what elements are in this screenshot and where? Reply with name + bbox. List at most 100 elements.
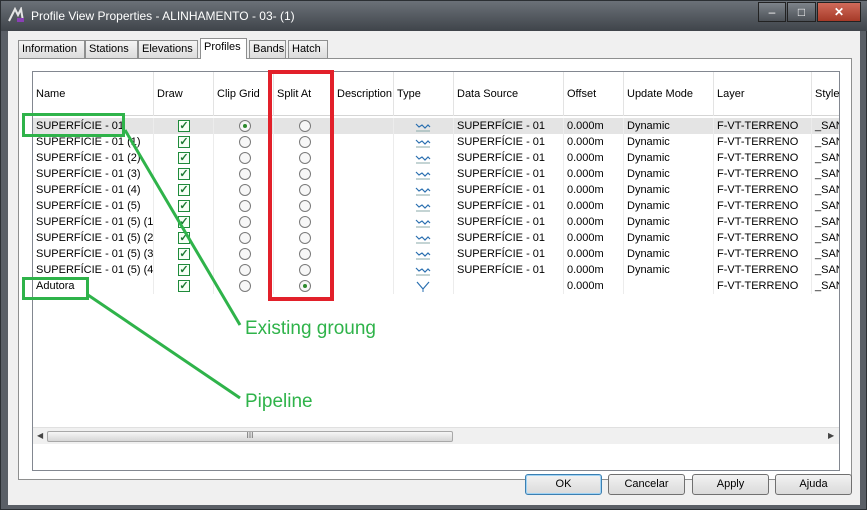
cell-description[interactable] xyxy=(334,182,394,198)
cell-update-mode[interactable]: Dynamic xyxy=(624,166,714,182)
cell-description[interactable] xyxy=(334,150,394,166)
table-row[interactable]: SUPERFÍCIE - 01 (5) (2) ✓ SUPERFÍCIE - 0… xyxy=(33,230,839,246)
column-header-description[interactable]: Description xyxy=(334,72,394,116)
cell-layer[interactable]: F-VT-TERRENO xyxy=(714,150,812,166)
cell-offset[interactable]: 0.000m xyxy=(564,198,624,214)
clip-grid-radio[interactable] xyxy=(239,136,251,148)
column-header-style[interactable]: Style xyxy=(812,72,839,116)
draw-checkbox[interactable]: ✓ xyxy=(178,248,190,260)
cell-name[interactable]: SUPERFÍCIE - 01 (5) xyxy=(33,198,154,214)
cell-update-mode[interactable] xyxy=(624,278,714,294)
cell-update-mode[interactable]: Dynamic xyxy=(624,134,714,150)
table-row[interactable]: SUPERFÍCIE - 01 (5) (4) ✓ SUPERFÍCIE - 0… xyxy=(33,262,839,278)
column-header-offset[interactable]: Offset xyxy=(564,72,624,116)
cell-update-mode[interactable]: Dynamic xyxy=(624,214,714,230)
clip-grid-radio[interactable] xyxy=(239,168,251,180)
cell-style[interactable]: _SAN xyxy=(812,230,839,246)
cell-style[interactable]: _SAN xyxy=(812,134,839,150)
cell-layer[interactable]: F-VT-TERRENO xyxy=(714,134,812,150)
tab-hatch[interactable]: Hatch xyxy=(288,40,328,58)
cell-offset[interactable]: 0.000m xyxy=(564,118,624,134)
table-row[interactable]: SUPERFÍCIE - 01 ✓ SUPERFÍCIE - 01 0.000m… xyxy=(33,118,839,134)
cell-layer[interactable]: F-VT-TERRENO xyxy=(714,246,812,262)
table-row[interactable]: SUPERFÍCIE - 01 (1) ✓ SUPERFÍCIE - 01 0.… xyxy=(33,134,839,150)
cell-description[interactable] xyxy=(334,214,394,230)
cell-description[interactable] xyxy=(334,198,394,214)
cell-style[interactable]: _SAN xyxy=(812,150,839,166)
cell-layer[interactable]: F-VT-TERRENO xyxy=(714,262,812,278)
cell-style[interactable]: _SAN xyxy=(812,262,839,278)
clip-grid-radio[interactable] xyxy=(239,264,251,276)
title-bar[interactable]: Profile View Properties - ALINHAMENTO - … xyxy=(1,1,867,31)
cell-description[interactable] xyxy=(334,134,394,150)
clip-grid-radio[interactable] xyxy=(239,152,251,164)
cell-name[interactable]: SUPERFÍCIE - 01 (5) (1) xyxy=(33,214,154,230)
cell-offset[interactable]: 0.000m xyxy=(564,214,624,230)
cell-description[interactable] xyxy=(334,166,394,182)
tab-bands[interactable]: Bands xyxy=(249,40,286,58)
draw-checkbox[interactable]: ✓ xyxy=(178,216,190,228)
draw-checkbox[interactable]: ✓ xyxy=(178,280,190,292)
table-row[interactable]: SUPERFÍCIE - 01 (3) ✓ SUPERFÍCIE - 01 0.… xyxy=(33,166,839,182)
cell-style[interactable]: _SAN xyxy=(812,198,839,214)
cell-layer[interactable]: F-VT-TERRENO xyxy=(714,278,812,294)
clip-grid-radio[interactable] xyxy=(239,120,251,132)
cell-update-mode[interactable]: Dynamic xyxy=(624,150,714,166)
cell-style[interactable]: _SAN xyxy=(812,118,839,134)
table-row[interactable]: SUPERFÍCIE - 01 (5) (1) ✓ SUPERFÍCIE - 0… xyxy=(33,214,839,230)
minimize-button[interactable]: – xyxy=(758,2,786,22)
apply-button[interactable]: Apply xyxy=(692,474,769,495)
cell-update-mode[interactable]: Dynamic xyxy=(624,182,714,198)
tab-information[interactable]: Information xyxy=(18,40,85,58)
tab-elevations[interactable]: Elevations xyxy=(138,40,198,58)
cell-description[interactable] xyxy=(334,278,394,294)
cell-style[interactable]: _SAN xyxy=(812,278,839,294)
cell-offset[interactable]: 0.000m xyxy=(564,230,624,246)
column-header-layer[interactable]: Layer xyxy=(714,72,812,116)
cell-layer[interactable]: F-VT-TERRENO xyxy=(714,198,812,214)
cell-update-mode[interactable]: Dynamic xyxy=(624,230,714,246)
column-header-name[interactable]: Name xyxy=(33,72,154,116)
scrollbar-thumb[interactable]: III xyxy=(47,431,453,442)
cell-name[interactable]: SUPERFÍCIE - 01 (3) xyxy=(33,166,154,182)
cell-name[interactable]: SUPERFÍCIE - 01 (5) (3) xyxy=(33,246,154,262)
draw-checkbox[interactable]: ✓ xyxy=(178,184,190,196)
column-header-type[interactable]: Type xyxy=(394,72,454,116)
draw-checkbox[interactable]: ✓ xyxy=(178,152,190,164)
cell-layer[interactable]: F-VT-TERRENO xyxy=(714,118,812,134)
column-header-clip-grid[interactable]: Clip Grid xyxy=(214,72,274,116)
cell-name[interactable]: SUPERFÍCIE - 01 (4) xyxy=(33,182,154,198)
cell-offset[interactable]: 0.000m xyxy=(564,134,624,150)
cell-description[interactable] xyxy=(334,118,394,134)
cell-update-mode[interactable]: Dynamic xyxy=(624,198,714,214)
cell-style[interactable]: _SAN xyxy=(812,182,839,198)
cell-offset[interactable]: 0.000m xyxy=(564,278,624,294)
cell-update-mode[interactable]: Dynamic xyxy=(624,262,714,278)
horizontal-scrollbar[interactable]: ◀ III ▶ xyxy=(33,427,839,444)
table-row[interactable]: SUPERFÍCIE - 01 (5) (3) ✓ SUPERFÍCIE - 0… xyxy=(33,246,839,262)
table-row[interactable]: Adutora ✓ 0.000m F-VT-TERRENO _SAN xyxy=(33,278,839,294)
clip-grid-radio[interactable] xyxy=(239,200,251,212)
cell-layer[interactable]: F-VT-TERRENO xyxy=(714,214,812,230)
column-header-update-mode[interactable]: Update Mode xyxy=(624,72,714,116)
draw-checkbox[interactable]: ✓ xyxy=(178,200,190,212)
cell-layer[interactable]: F-VT-TERRENO xyxy=(714,230,812,246)
draw-checkbox[interactable]: ✓ xyxy=(178,120,190,132)
cell-offset[interactable]: 0.000m xyxy=(564,182,624,198)
clip-grid-radio[interactable] xyxy=(239,280,251,292)
cell-offset[interactable]: 0.000m xyxy=(564,262,624,278)
cell-description[interactable] xyxy=(334,246,394,262)
clip-grid-radio[interactable] xyxy=(239,216,251,228)
clip-grid-radio[interactable] xyxy=(239,184,251,196)
draw-checkbox[interactable]: ✓ xyxy=(178,232,190,244)
ok-button[interactable]: OK xyxy=(525,474,602,495)
tab-profiles[interactable]: Profiles xyxy=(200,38,247,59)
maximize-button[interactable]: □ xyxy=(787,2,816,22)
arrow-right-icon[interactable]: ▶ xyxy=(828,431,834,440)
cell-offset[interactable]: 0.000m xyxy=(564,150,624,166)
cancel-button[interactable]: Cancelar xyxy=(608,474,685,495)
cell-name[interactable]: SUPERFÍCIE - 01 (5) (4) xyxy=(33,262,154,278)
cell-description[interactable] xyxy=(334,230,394,246)
table-row[interactable]: SUPERFÍCIE - 01 (5) ✓ SUPERFÍCIE - 01 0.… xyxy=(33,198,839,214)
column-header-draw[interactable]: Draw xyxy=(154,72,214,116)
